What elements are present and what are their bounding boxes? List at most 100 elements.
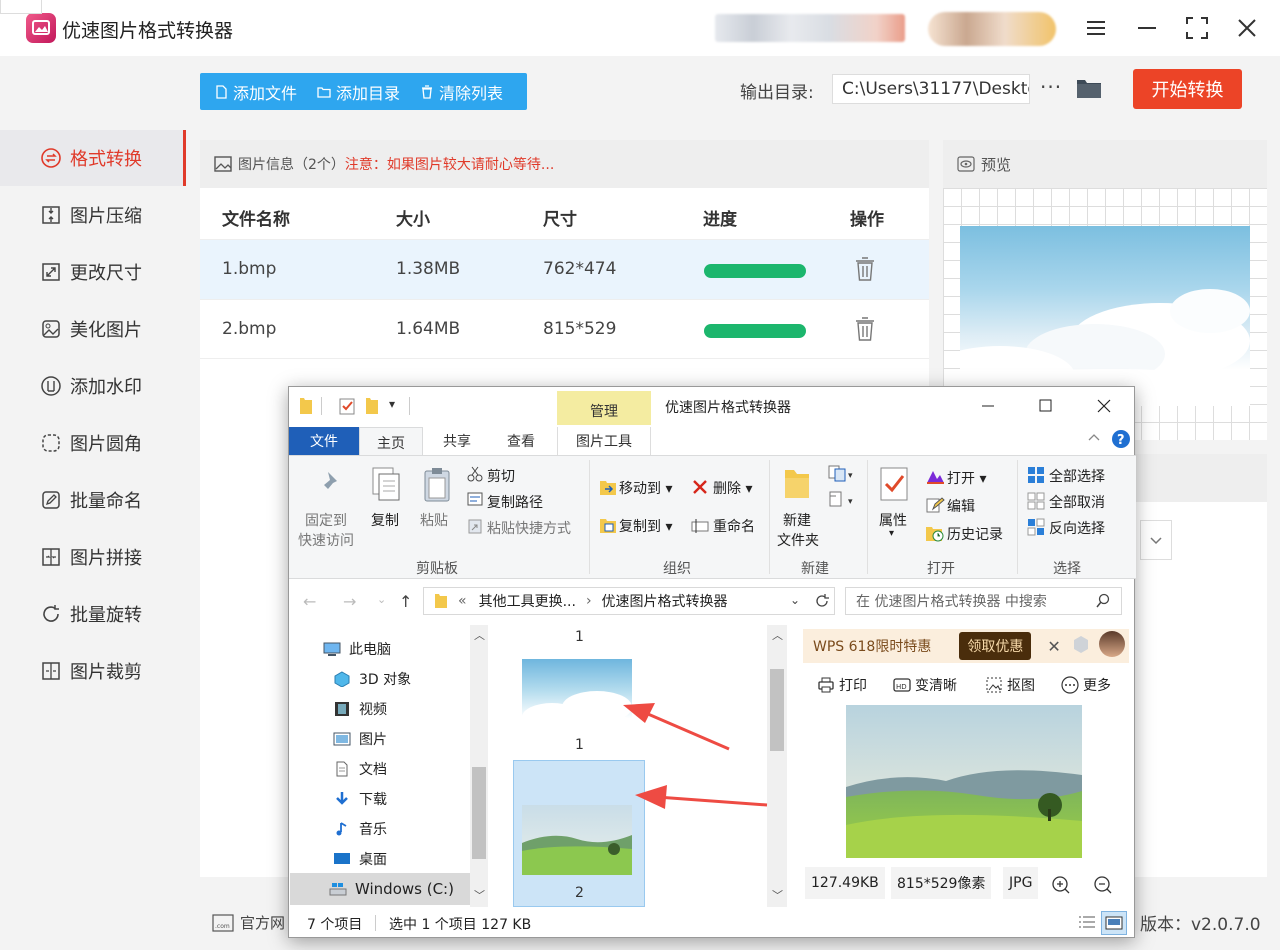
- breadcrumb-parent[interactable]: 其他工具更换...: [479, 591, 576, 611]
- delete-icon[interactable]: [854, 256, 876, 282]
- sidebar-item-join[interactable]: 图片拼接: [0, 529, 186, 585]
- avatar[interactable]: [1099, 631, 1125, 657]
- maximize-icon[interactable]: [1182, 13, 1212, 43]
- format-select-dropdown[interactable]: [1140, 520, 1172, 560]
- minimize-icon[interactable]: [1132, 13, 1162, 43]
- open-folder-icon[interactable]: [1076, 76, 1102, 100]
- scroll-up-arrow[interactable]: ︿: [772, 627, 783, 643]
- nav-scrollbar[interactable]: ︿ ﹀: [470, 625, 488, 907]
- minimize-icon[interactable]: [977, 395, 999, 417]
- zoom-out-icon[interactable]: [1093, 875, 1113, 895]
- properties-dropdown[interactable]: ▾: [889, 528, 894, 539]
- nav-windows-c[interactable]: Windows (C:): [329, 875, 454, 903]
- add-file-button[interactable]: 添加文件: [200, 73, 303, 110]
- scroll-down-arrow[interactable]: ﹀: [474, 887, 485, 903]
- sidebar-item-rename[interactable]: 批量命名: [0, 472, 186, 528]
- sidebar-item-compress[interactable]: 图片压缩: [0, 187, 186, 243]
- zoom-in-icon[interactable]: [1051, 875, 1071, 895]
- close-icon[interactable]: [1232, 13, 1262, 43]
- cut-button[interactable]: 剪切: [487, 466, 515, 486]
- file-thumbnail-1[interactable]: [522, 659, 632, 729]
- sidebar-item-resize[interactable]: 更改尺寸: [0, 244, 186, 300]
- scrollbar-thumb[interactable]: [770, 669, 784, 751]
- nav-downloads[interactable]: 下载: [333, 785, 387, 813]
- file-thumbnail-2[interactable]: [522, 805, 632, 875]
- rename-button[interactable]: 重命名: [713, 516, 755, 536]
- ad-claim-button[interactable]: 领取优惠: [959, 632, 1032, 660]
- tab-home[interactable]: 主页: [359, 427, 423, 457]
- pin-quick-access-button[interactable]: 固定到: [305, 510, 347, 530]
- breadcrumb-overflow[interactable]: «: [458, 593, 467, 609]
- move-to-button[interactable]: 移动到 ▾: [619, 478, 672, 498]
- scrollbar-thumb[interactable]: [472, 767, 486, 859]
- quick-access-dropdown[interactable]: ▾: [389, 397, 395, 411]
- files-scrollbar[interactable]: ︿ ﹀: [767, 625, 787, 907]
- easy-access-icon[interactable]: ▾: [827, 490, 857, 510]
- print-button[interactable]: 打印: [817, 675, 867, 695]
- sidebar-item-beautify[interactable]: 美化图片: [0, 301, 186, 357]
- address-bar[interactable]: « 其他工具更换... › 优速图片格式转换器 ⌄: [423, 587, 835, 615]
- nav-videos[interactable]: 视频: [333, 695, 387, 723]
- clear-list-button[interactable]: 清除列表: [406, 73, 509, 110]
- new-folder-button[interactable]: 新建: [783, 510, 811, 530]
- add-dir-button[interactable]: 添加目录: [303, 73, 406, 110]
- tab-view[interactable]: 查看: [493, 427, 549, 455]
- start-convert-button[interactable]: 开始转换: [1133, 69, 1242, 109]
- delete-button[interactable]: 删除 ▾: [713, 478, 752, 498]
- copy-button[interactable]: 复制: [371, 510, 399, 530]
- maximize-icon[interactable]: [1035, 395, 1057, 417]
- collapse-ribbon-icon[interactable]: [1087, 431, 1101, 445]
- cutout-button[interactable]: 抠图: [985, 675, 1035, 695]
- nav-3d-objects[interactable]: 3D 对象: [333, 665, 411, 693]
- enhance-button[interactable]: HD 变清晰: [893, 675, 957, 695]
- table-row[interactable]: 2.bmp 1.64MB 815*529: [200, 299, 929, 359]
- pin-quick-access-button-2[interactable]: 快速访问: [298, 530, 354, 550]
- details-view-icon[interactable]: [1077, 913, 1097, 933]
- scroll-down-arrow[interactable]: ﹀: [772, 887, 783, 903]
- open-button[interactable]: 打开 ▾: [947, 468, 986, 488]
- up-button[interactable]: ↑: [399, 592, 412, 611]
- new-folder-button-2[interactable]: 文件夹: [777, 530, 819, 550]
- tab-share[interactable]: 共享: [429, 427, 485, 455]
- help-icon[interactable]: ?: [1111, 429, 1131, 449]
- more-button[interactable]: 更多: [1061, 675, 1111, 695]
- paste-shortcut-button[interactable]: 粘贴快捷方式: [487, 518, 571, 538]
- sidebar-item-round-corner[interactable]: 图片圆角: [0, 415, 186, 471]
- menu-icon[interactable]: [1082, 13, 1112, 43]
- more-options-button[interactable]: ···: [1040, 77, 1062, 97]
- refresh-icon[interactable]: [814, 593, 830, 609]
- nav-this-pc[interactable]: 此电脑: [323, 635, 391, 663]
- nav-music[interactable]: 音乐: [333, 815, 387, 843]
- tab-file[interactable]: 文件: [289, 427, 359, 455]
- scroll-up-arrow[interactable]: ︿: [474, 627, 485, 643]
- settings-hex-icon[interactable]: [1071, 633, 1091, 657]
- new-item-icon[interactable]: ▾: [827, 464, 857, 484]
- close-icon[interactable]: [1093, 395, 1115, 417]
- output-path-field[interactable]: C:\Users\31177\Deskto: [832, 74, 1030, 104]
- copy-path-button[interactable]: 复制路径: [487, 492, 543, 512]
- properties-button[interactable]: 属性: [879, 510, 907, 530]
- search-input[interactable]: 在 优速图片格式转换器 中搜索: [845, 587, 1122, 615]
- invert-selection-button[interactable]: 反向选择: [1049, 518, 1105, 538]
- copy-to-button[interactable]: 复制到 ▾: [619, 516, 672, 536]
- nav-desktop[interactable]: 桌面: [333, 845, 387, 873]
- sidebar-item-watermark[interactable]: 添加水印: [0, 358, 186, 414]
- tab-picture-tools[interactable]: 图片工具: [557, 427, 651, 455]
- sidebar-item-rotate[interactable]: 批量旋转: [0, 586, 186, 642]
- close-icon[interactable]: ✕: [1047, 637, 1060, 656]
- edit-button[interactable]: 编辑: [947, 496, 975, 516]
- thumbnail-view-icon[interactable]: [1101, 911, 1127, 935]
- select-all-button[interactable]: 全部选择: [1049, 466, 1105, 486]
- sidebar-item-crop[interactable]: 图片裁剪: [0, 643, 186, 699]
- website-link[interactable]: .com 官方网: [212, 912, 285, 933]
- select-none-button[interactable]: 全部取消: [1049, 492, 1105, 512]
- manage-tab[interactable]: 管理: [557, 391, 651, 425]
- delete-icon[interactable]: [854, 316, 876, 342]
- paste-button[interactable]: 粘贴: [420, 510, 448, 530]
- nav-documents[interactable]: 文档: [333, 755, 387, 783]
- sidebar-item-format-convert[interactable]: 格式转换: [0, 130, 186, 186]
- recent-locations-dropdown[interactable]: ⌄: [377, 593, 386, 606]
- history-button[interactable]: 历史记录: [947, 524, 1003, 544]
- back-button[interactable]: ←: [303, 592, 316, 611]
- nav-pictures[interactable]: 图片: [333, 725, 387, 753]
